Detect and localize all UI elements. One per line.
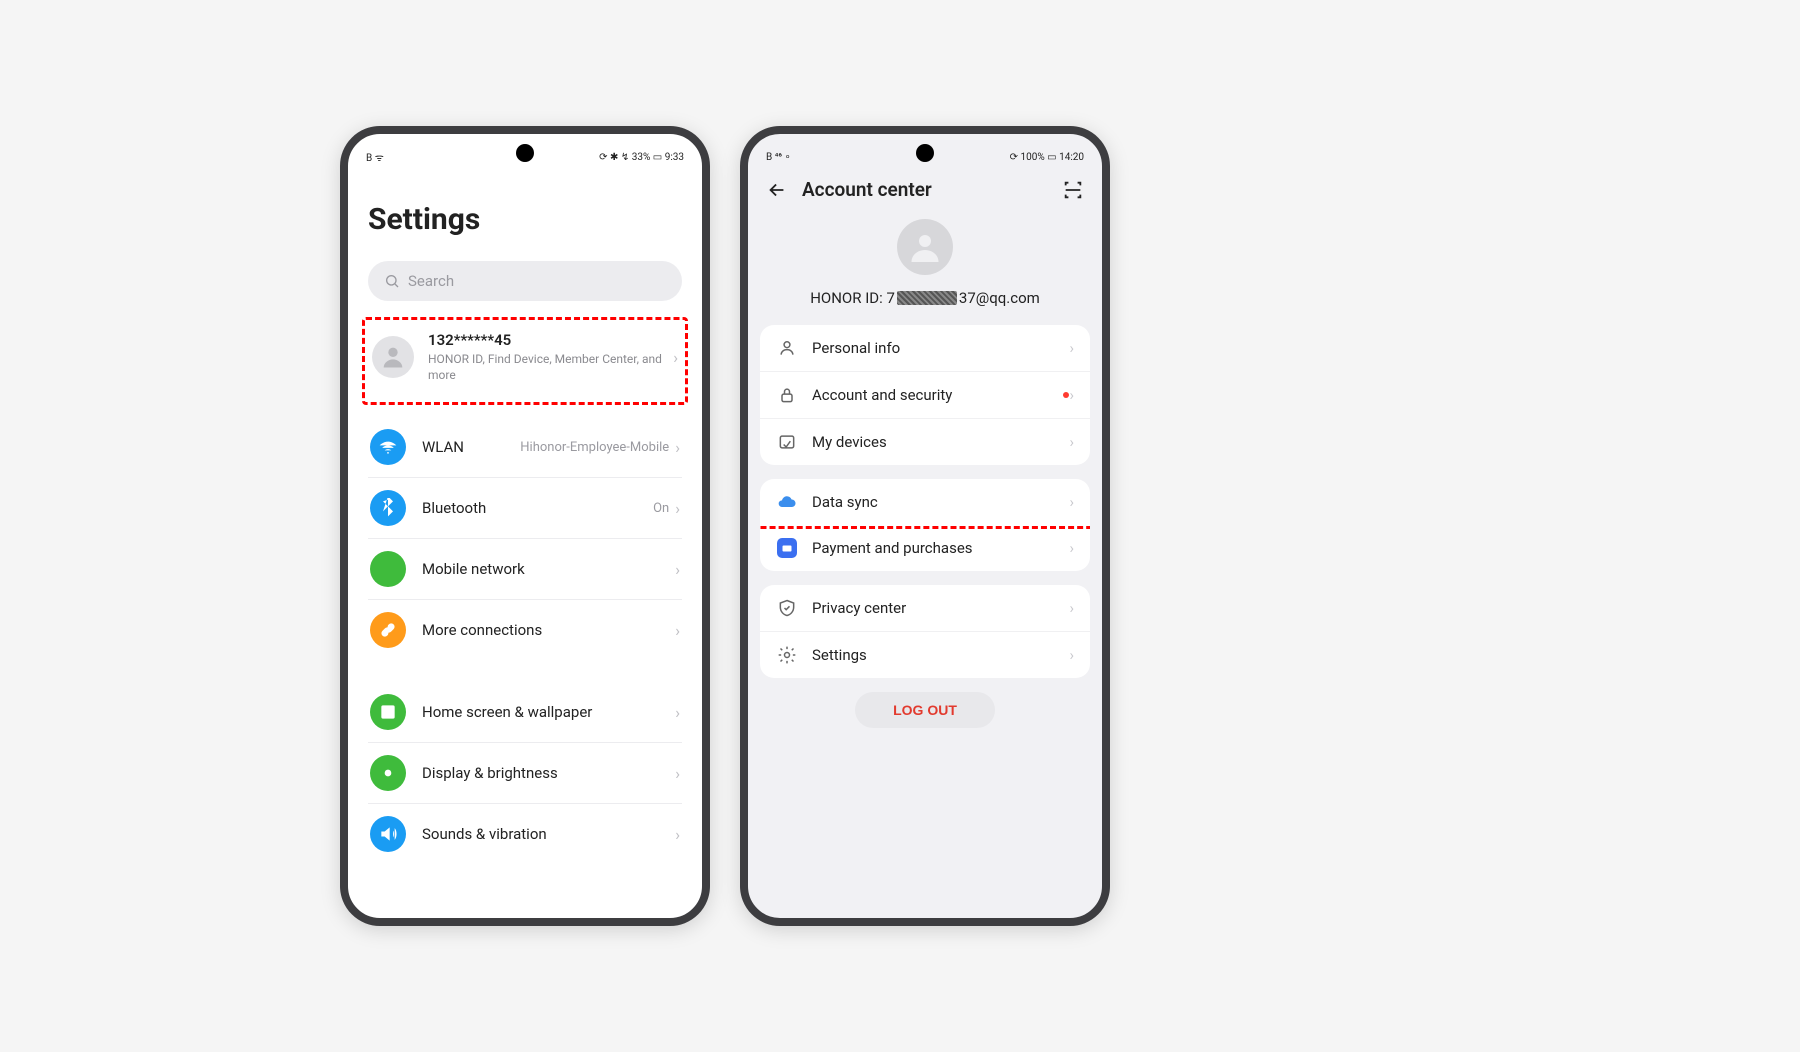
wallet-icon [776, 538, 798, 558]
status-left: B ᯤ [366, 150, 384, 164]
page-title: Settings [368, 202, 682, 237]
row-label: Data sync [812, 493, 1069, 511]
profile-section: HONOR ID: 7 37@qq.com [748, 211, 1102, 325]
row-personal-info[interactable]: Personal info › [760, 325, 1090, 372]
phone-account-center: B ⁴⁶ ∘ ⟳ 100% ▭ 14:20 Account center HON… [740, 126, 1110, 926]
topbar-title: Account center [802, 178, 1048, 201]
row-label: Personal info [812, 339, 1069, 357]
link-icon [370, 612, 406, 648]
account-subtitle: HONOR ID, Find Device, Member Center, an… [428, 351, 673, 383]
side-button [709, 314, 710, 394]
bluetooth-icon [370, 490, 406, 526]
account-text: 132******45 HONOR ID, Find Device, Membe… [428, 331, 673, 383]
honor-id-suffix: 37@qq.com [959, 289, 1040, 307]
scan-icon[interactable] [1062, 179, 1084, 201]
row-label: Bluetooth [422, 499, 653, 517]
search-icon [384, 273, 400, 289]
person-icon [776, 338, 798, 358]
side-button [1109, 314, 1110, 394]
row-more-connections[interactable]: More connections › [368, 600, 682, 660]
top-bar: Account center [748, 172, 1102, 211]
redacted-text [897, 291, 957, 305]
row-settings[interactable]: Settings › [760, 632, 1090, 678]
chevron-right-icon: › [675, 825, 680, 844]
row-label: Privacy center [812, 599, 1069, 617]
row-label: Settings [812, 646, 1069, 664]
row-mobile-network[interactable]: Mobile network › [368, 539, 682, 600]
chevron-right-icon: › [1069, 599, 1074, 617]
row-payment[interactable]: Payment and purchases › [760, 525, 1090, 571]
row-label: Home screen & wallpaper [422, 703, 675, 721]
chevron-right-icon: › [1069, 646, 1074, 664]
chevron-right-icon: › [1069, 339, 1074, 357]
back-icon[interactable] [766, 179, 788, 201]
row-privacy-center[interactable]: Privacy center › [760, 585, 1090, 632]
chevron-right-icon: › [675, 560, 680, 579]
avatar-icon [372, 336, 414, 378]
honor-id-prefix: HONOR ID: 7 [810, 289, 895, 307]
row-label: Mobile network [422, 560, 675, 578]
mobile-network-icon [370, 551, 406, 587]
card-misc: Privacy center › Settings › [760, 585, 1090, 678]
row-label: My devices [812, 433, 1069, 451]
chevron-right-icon: › [1069, 493, 1074, 511]
account-title: 132******45 [428, 331, 673, 349]
chevron-right-icon: › [675, 703, 680, 722]
brightness-icon [370, 755, 406, 791]
row-label: Account and security [812, 386, 1059, 404]
row-label: Payment and purchases [812, 539, 1069, 557]
account-row[interactable]: 132******45 HONOR ID, Find Device, Membe… [368, 319, 682, 395]
row-my-devices[interactable]: My devices › [760, 419, 1090, 465]
phone-settings: B ᯤ ⟳ ✱ ↯ 33% ▭ 9:33 Settings Search 132… [340, 126, 710, 926]
row-sounds[interactable]: Sounds & vibration › [368, 804, 682, 864]
status-left: B ⁴⁶ ∘ [766, 152, 791, 163]
status-right: ⟳ 100% ▭ 14:20 [1010, 152, 1084, 163]
search-input[interactable]: Search [368, 261, 682, 301]
status-right: ⟳ ✱ ↯ 33% ▭ 9:33 [599, 152, 684, 163]
row-bluetooth[interactable]: Bluetooth On › [368, 478, 682, 539]
row-label: Sounds & vibration [422, 825, 675, 843]
chevron-right-icon: › [1069, 433, 1074, 451]
row-data-sync[interactable]: Data sync › [760, 479, 1090, 525]
row-value: Hihonor-Employee-Mobile [520, 440, 669, 455]
gear-icon [776, 645, 798, 665]
chevron-right-icon: › [673, 348, 678, 367]
row-wlan[interactable]: WLAN Hihonor-Employee-Mobile › [368, 417, 682, 478]
camera-hole-icon [916, 144, 934, 162]
row-display[interactable]: Display & brightness › [368, 743, 682, 804]
lock-icon [776, 385, 798, 405]
chevron-right-icon: › [675, 499, 680, 518]
avatar-icon[interactable] [897, 219, 953, 275]
chevron-right-icon: › [675, 764, 680, 783]
wifi-icon [370, 429, 406, 465]
row-home-screen[interactable]: Home screen & wallpaper › [368, 682, 682, 743]
side-button [1109, 414, 1110, 464]
chevron-right-icon: › [1069, 386, 1074, 404]
camera-hole-icon [516, 144, 534, 162]
row-label: WLAN [422, 438, 520, 456]
row-value: On [653, 501, 669, 516]
chevron-right-icon: › [675, 438, 680, 457]
card-account: Personal info › Account and security › M… [760, 325, 1090, 465]
search-placeholder: Search [408, 272, 454, 290]
row-label: Display & brightness [422, 764, 675, 782]
row-label: More connections [422, 621, 675, 639]
sound-icon [370, 816, 406, 852]
honor-id: HONOR ID: 7 37@qq.com [748, 289, 1102, 307]
side-button [709, 414, 710, 464]
card-sync: Data sync › Payment and purchases › [760, 479, 1090, 571]
chevron-right-icon: › [1069, 539, 1074, 557]
wallpaper-icon [370, 694, 406, 730]
cloud-icon [776, 492, 798, 512]
logout-button[interactable]: LOG OUT [855, 692, 995, 728]
devices-icon [776, 432, 798, 452]
shield-icon [776, 598, 798, 618]
row-account-security[interactable]: Account and security › [760, 372, 1090, 419]
chevron-right-icon: › [675, 621, 680, 640]
